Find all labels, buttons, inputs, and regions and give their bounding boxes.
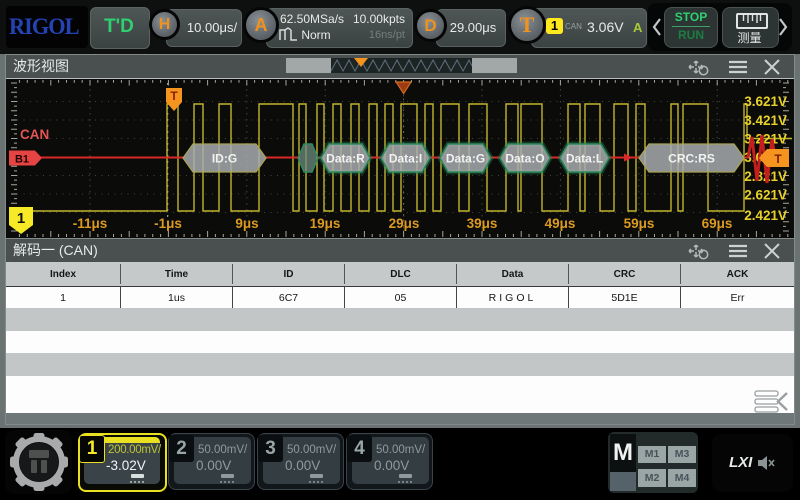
svg-text:Data:L: Data:L	[566, 152, 603, 166]
svg-text:Data:I: Data:I	[389, 152, 422, 166]
svg-text:CRC:RS: CRC:RS	[668, 152, 715, 166]
svg-text:B1: B1	[15, 154, 29, 166]
svg-text:ID:G: ID:G	[212, 152, 237, 166]
svg-text:49μs: 49μs	[545, 216, 576, 231]
svg-text:T: T	[774, 152, 782, 166]
svg-text:19μs: 19μs	[310, 216, 341, 231]
svg-text:2.421V: 2.421V	[744, 208, 787, 223]
svg-text:CAN: CAN	[20, 127, 49, 142]
svg-text:39μs: 39μs	[467, 216, 498, 231]
svg-text:Data:G: Data:G	[446, 152, 485, 166]
svg-text:69μs: 69μs	[702, 216, 733, 231]
svg-text:Data:R: Data:R	[326, 152, 365, 166]
svg-text:-11μs: -11μs	[73, 216, 108, 231]
svg-text:2.621V: 2.621V	[744, 188, 787, 203]
svg-text:1: 1	[17, 210, 25, 227]
svg-text:29μs: 29μs	[389, 216, 420, 231]
svg-text:Data:O: Data:O	[505, 152, 544, 166]
svg-text:3.621V: 3.621V	[744, 94, 787, 109]
svg-text:T: T	[170, 89, 178, 103]
svg-text:9μs: 9μs	[235, 216, 258, 231]
svg-text:59μs: 59μs	[624, 216, 655, 231]
svg-text:3.421V: 3.421V	[744, 113, 787, 128]
svg-text:-1μs: -1μs	[154, 216, 182, 231]
